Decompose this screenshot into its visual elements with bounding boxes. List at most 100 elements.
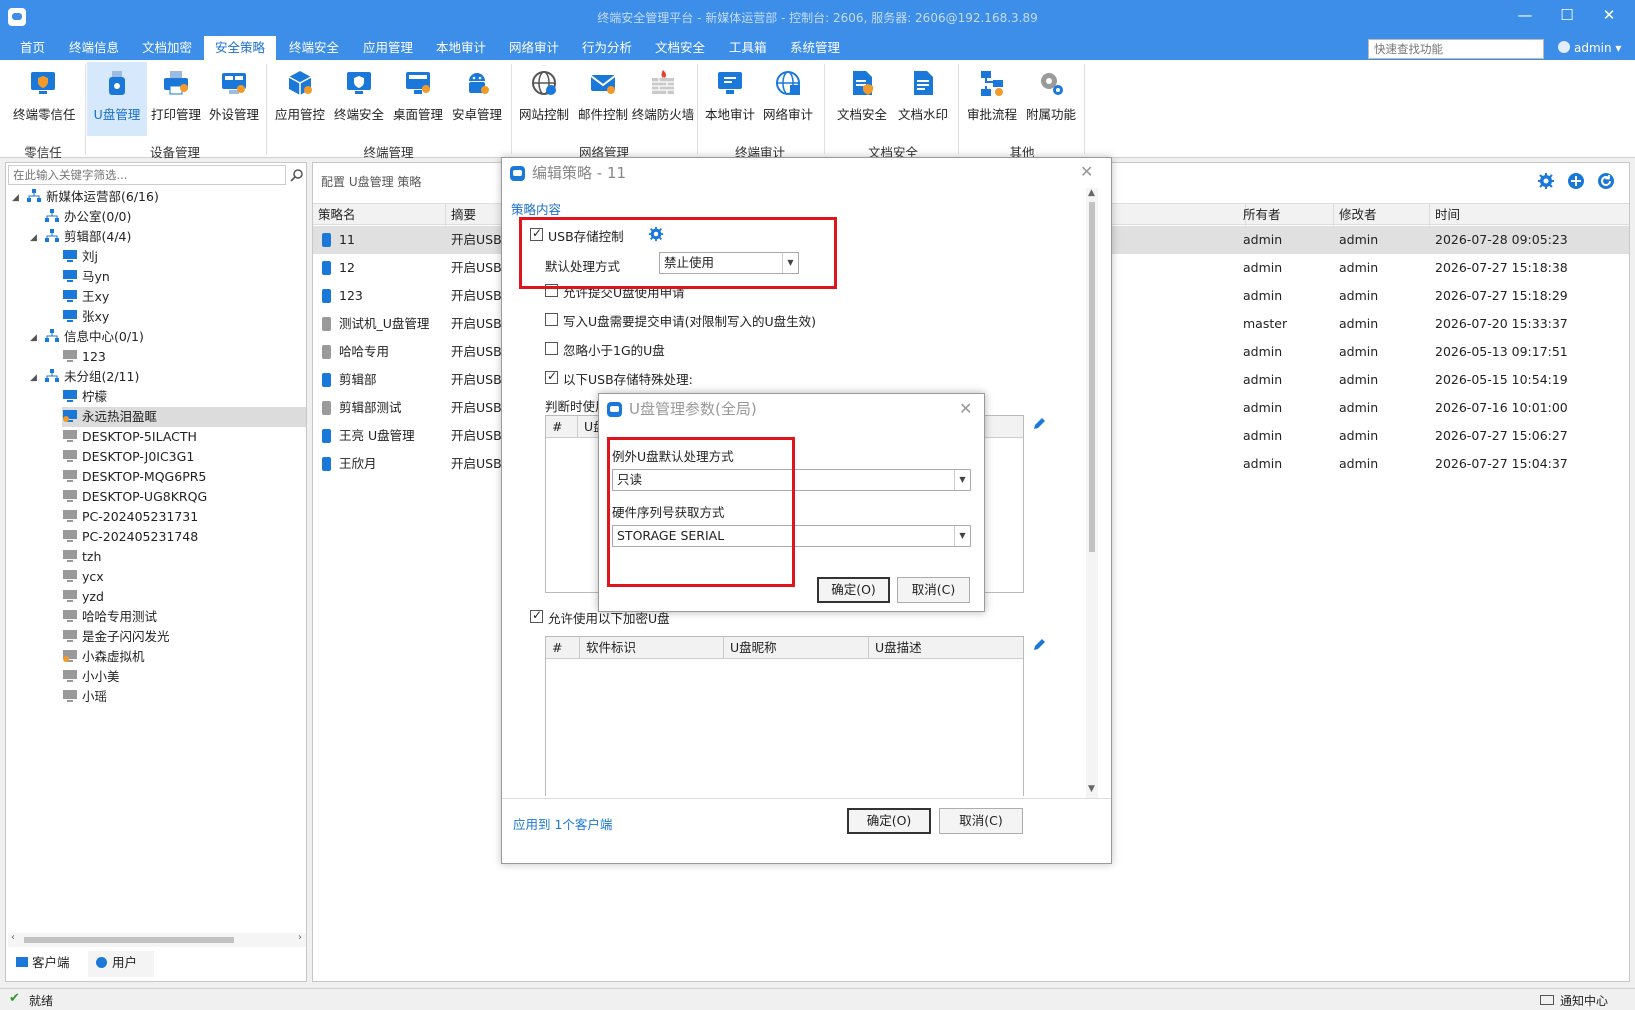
menu-doc-encrypt[interactable]: 文档加密 bbox=[131, 36, 203, 60]
cancel-button[interactable]: 取消(C) bbox=[939, 808, 1023, 834]
col-policy-name[interactable]: 策略名 bbox=[313, 204, 446, 226]
user-menu[interactable]: admin ▾ bbox=[1558, 36, 1621, 60]
tab-users[interactable]: 用户 bbox=[88, 951, 154, 977]
tree-node-client-selected[interactable]: 永远热泪盈眶 bbox=[62, 407, 306, 427]
menu-system-management[interactable]: 系统管理 bbox=[779, 36, 851, 60]
tree-node-client[interactable]: DESKTOP-J0IC3G1 bbox=[62, 447, 194, 467]
ribbon-firewall-button[interactable]: 终端防火墙 bbox=[632, 62, 694, 136]
tree-node-client[interactable]: 小瑶 bbox=[62, 687, 107, 707]
apply-to-clients-link[interactable]: 应用到 1个客户端 bbox=[513, 814, 612, 833]
close-icon[interactable]: ✕ bbox=[1080, 162, 1093, 181]
ribbon-website-control-button[interactable]: 网站控制 bbox=[514, 62, 574, 136]
tree-node-client[interactable]: tzh bbox=[62, 547, 101, 567]
menu-security-policy[interactable]: 安全策略 bbox=[204, 36, 277, 60]
col-modifier[interactable]: 修改者 bbox=[1334, 204, 1430, 226]
menu-home[interactable]: 首页 bbox=[9, 36, 56, 60]
ribbon-local-audit-button[interactable]: 本地审计 bbox=[700, 62, 760, 136]
scroll-thumb[interactable] bbox=[1089, 202, 1095, 552]
ribbon-document-watermark-button[interactable]: 文档水印 bbox=[893, 62, 953, 136]
minimize-button[interactable]: — bbox=[1510, 6, 1540, 24]
close-button[interactable]: ✕ bbox=[1594, 6, 1624, 24]
write-apply-checkbox[interactable] bbox=[545, 313, 558, 326]
close-icon[interactable]: ✕ bbox=[959, 399, 972, 418]
ribbon-peripheral-management-button[interactable]: 外设管理 bbox=[204, 62, 264, 136]
dialog-vertical-scrollbar[interactable]: ▲ ▼ bbox=[1086, 188, 1098, 798]
scroll-left-icon[interactable]: ‹ bbox=[11, 932, 15, 943]
col-owner[interactable]: 所有者 bbox=[1238, 204, 1334, 226]
tree-node-client[interactable]: 柠檬 bbox=[62, 387, 107, 407]
computer-online-icon bbox=[63, 390, 77, 402]
tree-node-client[interactable]: 小小美 bbox=[62, 667, 120, 687]
ribbon-desktop-management-button[interactable]: 桌面管理 bbox=[388, 62, 448, 136]
ribbon-usb-management-button[interactable]: U盘管理 bbox=[87, 62, 147, 136]
cancel-button[interactable]: 取消(C) bbox=[897, 577, 970, 603]
tree-node-client[interactable]: 王xy bbox=[62, 287, 109, 307]
tree-node-client[interactable]: PC-202405231748 bbox=[62, 527, 198, 547]
search-icon[interactable] bbox=[290, 168, 304, 182]
tree-node-client[interactable]: 是金子闪闪发光 bbox=[62, 627, 170, 647]
quick-search-input[interactable] bbox=[1368, 39, 1544, 59]
collapse-arrow-icon[interactable]: ◢ bbox=[12, 188, 19, 208]
menu-doc-security[interactable]: 文档安全 bbox=[644, 36, 716, 60]
scroll-right-icon[interactable]: › bbox=[298, 932, 302, 943]
tree-node-client[interactable]: ycx bbox=[62, 567, 104, 587]
ribbon-zero-trust-button[interactable]: 终端零信任 bbox=[13, 62, 76, 136]
tree-node-client[interactable]: 哈哈专用测试 bbox=[62, 607, 157, 627]
tree-node-client[interactable]: DESKTOP-UG8KRQG bbox=[62, 487, 207, 507]
ribbon-approval-flow-button[interactable]: 审批流程 bbox=[962, 62, 1022, 136]
collapse-arrow-icon[interactable]: ◢ bbox=[30, 228, 37, 248]
ribbon-terminal-security-button[interactable]: 终端安全 bbox=[329, 62, 389, 136]
chevron-down-icon[interactable]: ▼ bbox=[1088, 784, 1095, 794]
menu-local-audit[interactable]: 本地审计 bbox=[425, 36, 497, 60]
pencil-edit-icon[interactable] bbox=[1032, 638, 1046, 652]
menu-terminal-info[interactable]: 终端信息 bbox=[58, 36, 130, 60]
tree-node-info-center[interactable]: ◢ 信息中心(0/1) bbox=[30, 327, 144, 347]
tree-node-editing[interactable]: ◢ 剪辑部(4/4) bbox=[30, 227, 131, 247]
allow-encrypted-checkbox[interactable] bbox=[530, 608, 543, 623]
menu-network-audit[interactable]: 网络审计 bbox=[498, 36, 570, 60]
tree-horizontal-scrollbar[interactable]: ‹ › bbox=[8, 932, 306, 947]
collapse-arrow-icon[interactable]: ◢ bbox=[30, 368, 37, 388]
gear-icon[interactable] bbox=[1537, 172, 1555, 190]
tree-node-root[interactable]: ◢ 新媒体运营部(6/16) bbox=[12, 187, 159, 207]
ribbon-app-control-button[interactable]: 应用管控 bbox=[270, 62, 330, 136]
tree-node-client[interactable]: PC-202405231731 bbox=[62, 507, 198, 527]
tree-node-client[interactable]: 123 bbox=[62, 347, 106, 367]
tree-node-client[interactable]: 小森虚拟机 bbox=[62, 647, 145, 667]
menu-behavior-analysis[interactable]: 行为分析 bbox=[571, 36, 643, 60]
ignore-small-checkbox[interactable] bbox=[545, 342, 558, 355]
pencil-edit-icon[interactable] bbox=[1032, 417, 1046, 431]
menu-terminal-security[interactable]: 终端安全 bbox=[278, 36, 350, 60]
tree-node-client[interactable]: 马yn bbox=[62, 267, 110, 287]
ok-button[interactable]: 确定(O) bbox=[817, 577, 890, 603]
chevron-up-icon[interactable]: ▲ bbox=[1088, 188, 1095, 198]
refresh-icon[interactable] bbox=[1597, 172, 1615, 190]
ribbon-auxiliary-button[interactable]: 附属功能 bbox=[1021, 62, 1081, 136]
tree-node-client[interactable]: DESKTOP-5ILACTH bbox=[62, 427, 197, 447]
ribbon-print-management-button[interactable]: 打印管理 bbox=[146, 62, 206, 136]
ribbon-android-management-button[interactable]: 安卓管理 bbox=[447, 62, 507, 136]
col-time[interactable]: 时间 bbox=[1430, 204, 1629, 226]
maximize-button[interactable]: ☐ bbox=[1552, 6, 1582, 24]
ok-button[interactable]: 确定(O) bbox=[847, 808, 931, 834]
ribbon-email-control-button[interactable]: 邮件控制 bbox=[573, 62, 633, 136]
special-usb-checkbox[interactable] bbox=[545, 369, 558, 384]
notification-center-link[interactable]: 通知中心 bbox=[1560, 992, 1608, 1009]
tree-node-client[interactable]: DESKTOP-MQG6PR5 bbox=[62, 467, 206, 487]
menu-toolbox[interactable]: 工具箱 bbox=[718, 36, 778, 60]
tree-node-office[interactable]: 办公室(0/0) bbox=[44, 207, 131, 227]
add-icon[interactable] bbox=[1567, 172, 1585, 190]
tree-filter-input[interactable] bbox=[8, 165, 286, 185]
scroll-thumb[interactable] bbox=[24, 937, 234, 943]
menu-app-management[interactable]: 应用管理 bbox=[352, 36, 424, 60]
collapse-arrow-icon[interactable]: ◢ bbox=[30, 328, 37, 348]
tree-node-ungrouped[interactable]: ◢ 未分组(2/11) bbox=[30, 367, 139, 387]
tree-node-client[interactable]: 刘j bbox=[62, 247, 98, 267]
tab-clients[interactable]: 客户端 bbox=[8, 951, 84, 977]
ribbon-document-security-button[interactable]: 文档安全 bbox=[832, 62, 892, 136]
mail-icon[interactable] bbox=[1540, 995, 1554, 1005]
encrypted-usb-grid[interactable]: # 软件标识 U盘昵称 U盘描述 bbox=[545, 636, 1024, 796]
tree-node-client[interactable]: yzd bbox=[62, 587, 104, 607]
tree-node-client[interactable]: 张xy bbox=[62, 307, 109, 327]
ribbon-network-audit-button[interactable]: 网络审计 bbox=[758, 62, 818, 136]
